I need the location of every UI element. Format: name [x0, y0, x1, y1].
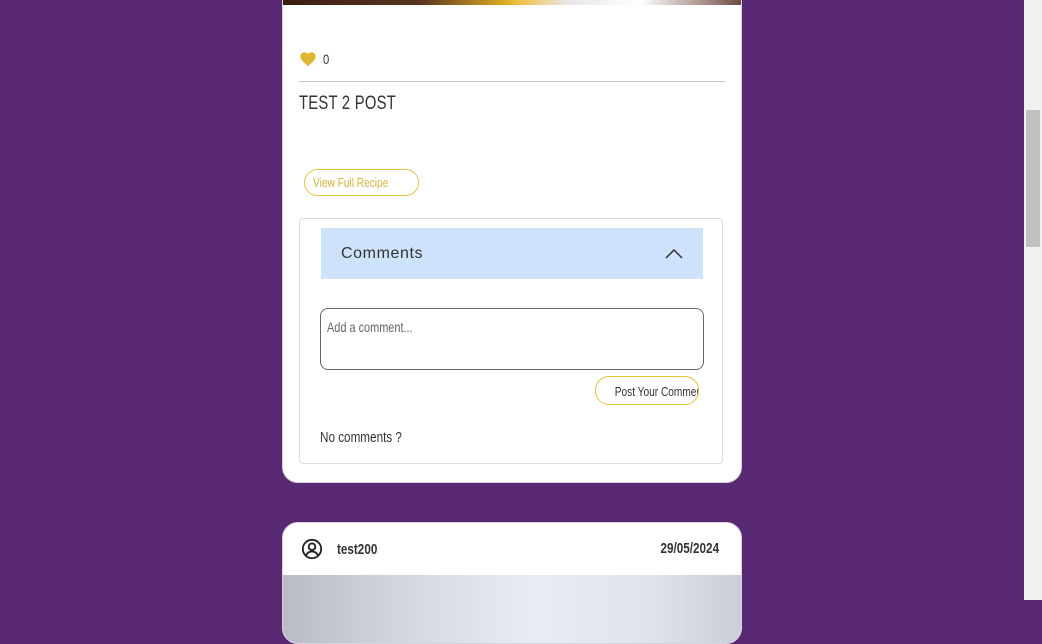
post-card: test200 29/05/2024 — [282, 522, 742, 644]
author-name[interactable]: test200 — [337, 541, 377, 558]
user-circle-icon[interactable] — [301, 538, 323, 560]
like-section: 0 — [299, 51, 331, 67]
divider — [299, 81, 725, 82]
post-image[interactable] — [283, 575, 741, 643]
scrollbar-thumb[interactable] — [1026, 110, 1040, 247]
post-author-row: test200 29/05/2024 — [301, 537, 721, 561]
comment-input[interactable] — [320, 308, 704, 370]
heart-icon[interactable] — [299, 51, 317, 67]
scrollbar[interactable] — [1024, 0, 1042, 600]
post-date: 29/05/2024 — [660, 540, 719, 557]
post-card: 0 TEST 2 POST View Full Recipe Comments … — [282, 0, 742, 483]
post-comment-button[interactable]: Post Your Comment — [595, 376, 699, 405]
no-comments-text: No comments ? — [320, 429, 402, 446]
comments-title: Comments — [341, 244, 424, 262]
comments-section: Comments Add a comment... Post Your Comm… — [299, 218, 723, 464]
post-image[interactable] — [283, 0, 741, 5]
comments-accordion-header[interactable]: Comments — [321, 228, 703, 279]
like-count: 0 — [323, 51, 330, 67]
view-full-recipe-button[interactable]: View Full Recipe — [304, 169, 419, 196]
chevron-up-icon[interactable] — [665, 248, 683, 259]
post-title: TEST 2 POST — [299, 93, 397, 114]
